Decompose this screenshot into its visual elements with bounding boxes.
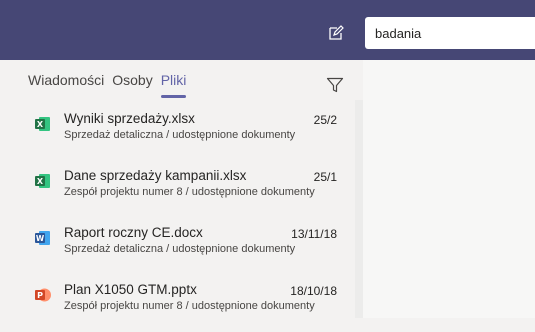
word-file-icon: W (35, 231, 50, 245)
excel-file-icon: X (35, 117, 50, 131)
top-bar (0, 0, 535, 60)
file-date: 25/2 (313, 113, 337, 127)
excel-file-icon: X (35, 174, 50, 188)
compose-icon[interactable] (328, 25, 344, 41)
file-location: Zespół projektu numer 8 / udostępnione d… (64, 186, 315, 198)
file-date: 13/11/18 (291, 227, 337, 241)
file-item[interactable]: W Raport roczny CE.docx 13/11/18 Sprzeda… (27, 218, 347, 266)
tab-people[interactable]: Osoby (112, 70, 152, 98)
svg-text:X: X (37, 120, 44, 129)
file-date: 18/10/18 (290, 284, 337, 298)
file-name: Raport roczny CE.docx (64, 225, 203, 240)
file-list: X Wyniki sprzedaży.xlsx 25/2 Sprzedaż de… (27, 104, 347, 332)
file-location: Zespół projektu numer 8 / udostępnione d… (64, 300, 315, 312)
svg-text:P: P (37, 291, 43, 300)
tab-strip: Wiadomości Osoby Pliki (28, 70, 186, 98)
scrollbar[interactable] (355, 100, 363, 318)
tab-messages[interactable]: Wiadomości (28, 70, 104, 98)
content-pane (363, 60, 535, 318)
svg-text:W: W (36, 234, 45, 243)
file-location: Sprzedaż detaliczna / udostępnione dokum… (64, 243, 296, 255)
search-input[interactable] (365, 17, 535, 49)
file-item[interactable]: X Wyniki sprzedaży.xlsx 25/2 Sprzedaż de… (27, 104, 347, 152)
tab-files[interactable]: Pliki (160, 70, 186, 98)
svg-text:X: X (37, 177, 44, 186)
powerpoint-file-icon: P (35, 288, 51, 302)
file-name: Plan X1050 GTM.pptx (64, 282, 197, 297)
file-date: 25/1 (313, 170, 337, 184)
filter-icon[interactable] (326, 76, 344, 94)
file-name: Wyniki sprzedaży.xlsx (64, 111, 195, 126)
search-box[interactable] (365, 17, 535, 49)
file-item[interactable]: P Plan X1050 GTM.pptx 18/10/18 Zespół pr… (27, 275, 347, 323)
file-location: Sprzedaż detaliczna / udostępnione dokum… (64, 129, 296, 141)
file-name: Dane sprzedaży kampanii.xlsx (64, 168, 247, 183)
file-item[interactable]: X Dane sprzedaży kampanii.xlsx 25/1 Zesp… (27, 161, 347, 209)
